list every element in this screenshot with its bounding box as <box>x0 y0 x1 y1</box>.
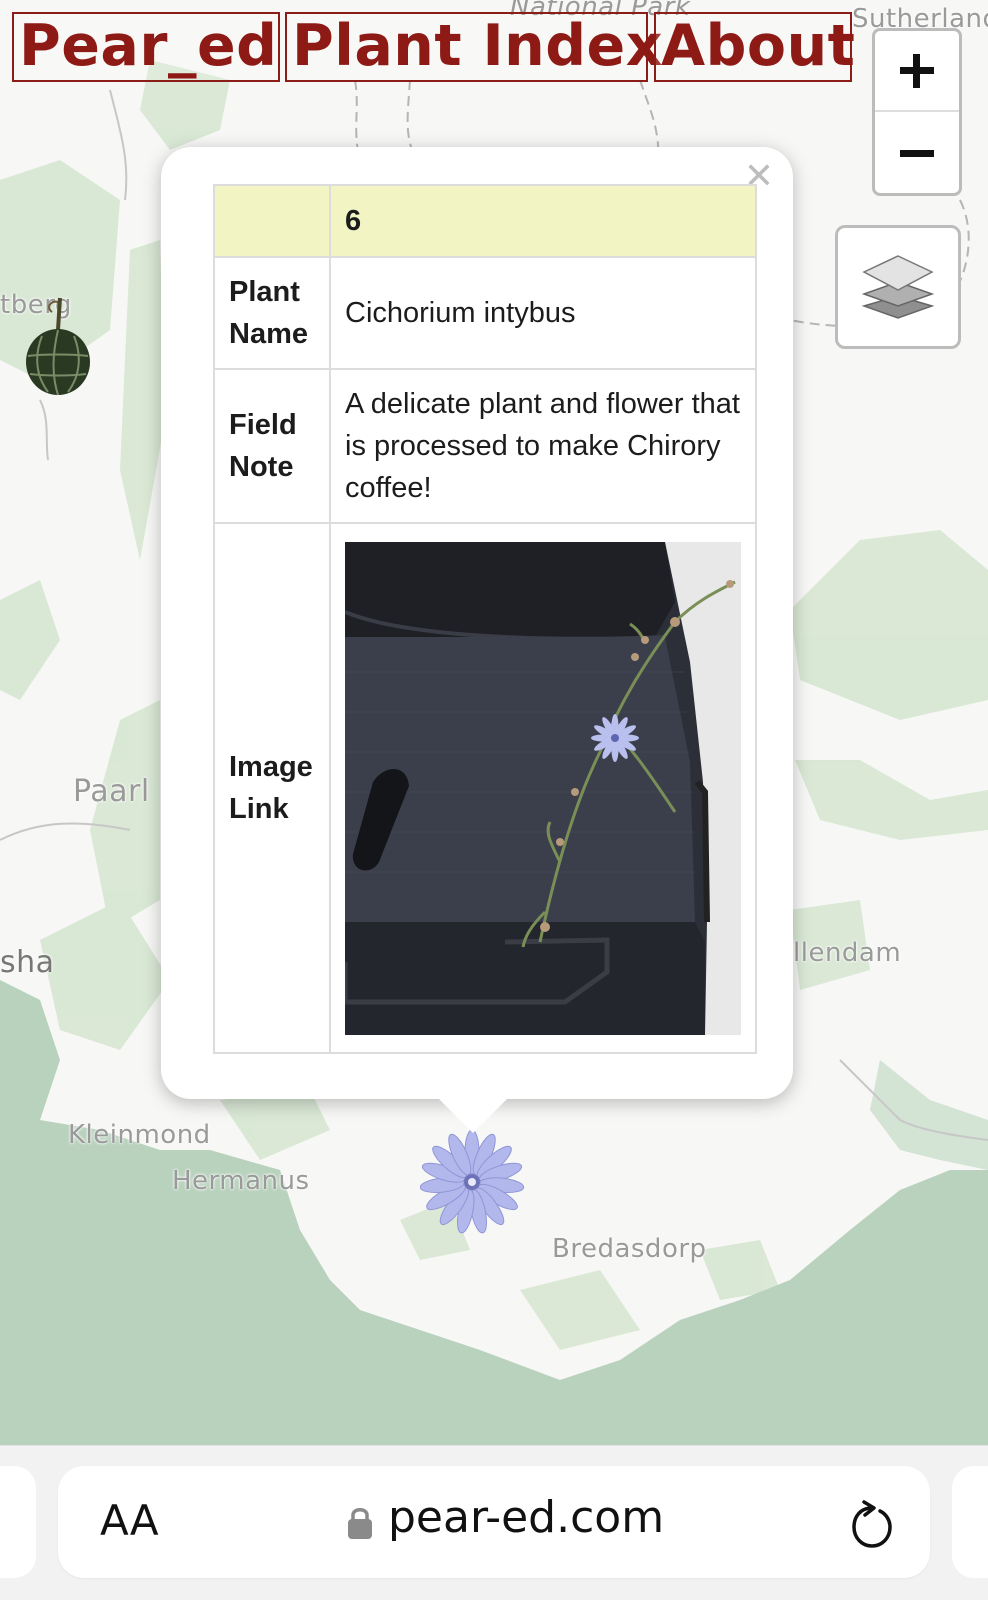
text-size-button[interactable]: AA <box>100 1496 159 1545</box>
plant-name-value: Cichorium intybus <box>329 256 757 370</box>
browser-bottom-bar: AA pear-ed.com <box>0 1445 988 1600</box>
next-tab-preview[interactable] <box>952 1466 988 1578</box>
plant-marker-chicory[interactable] <box>419 1129 525 1235</box>
plus-icon <box>900 53 934 88</box>
image-link-cell <box>329 522 757 1054</box>
table-header-empty <box>213 184 331 258</box>
zoom-in-button[interactable] <box>875 31 959 112</box>
table-row-image-link: Image Link <box>213 522 757 1054</box>
popup-tip <box>435 1095 511 1133</box>
address-bar[interactable]: AA pear-ed.com <box>58 1466 930 1578</box>
melon-marker-icon <box>26 297 90 396</box>
nav-about-link[interactable]: About <box>654 12 855 82</box>
plant-name-label: Plant Name <box>213 256 331 370</box>
place-label-llendam: llendam <box>793 938 902 968</box>
layers-icon <box>861 255 935 319</box>
reload-icon <box>852 1500 892 1548</box>
chicory-flower-marker-icon <box>419 1129 525 1234</box>
nav-plant-index-link[interactable]: Plant Index <box>285 12 662 82</box>
table-row-id: 6 <box>213 184 757 258</box>
minus-icon <box>900 149 934 157</box>
place-label-paarl: Paarl <box>73 774 150 809</box>
image-link-label: Image Link <box>213 522 331 1054</box>
table-row-field-note: Field Note A delicate plant and flower t… <box>213 368 757 524</box>
plant-info-table: 6 Plant Name Cichorium intybus Field Not… <box>213 184 757 1054</box>
place-label-hermanus: Hermanus <box>172 1166 310 1196</box>
url-text[interactable]: pear-ed.com <box>388 1492 664 1543</box>
plant-popup: ✕ 6 Plant Name Cichorium intybus Field N… <box>161 147 793 1133</box>
place-label-kleinmond: Kleinmond <box>68 1120 211 1150</box>
nav-brand-link[interactable]: Pear_ed <box>12 12 280 82</box>
plant-id: 6 <box>329 184 757 258</box>
reload-button[interactable] <box>850 1500 894 1553</box>
field-note-label: Field Note <box>213 368 331 524</box>
place-label-sha: sha <box>0 945 55 980</box>
lock-icon <box>347 1506 373 1545</box>
zoom-out-button[interactable] <box>875 112 959 193</box>
plant-marker-melon[interactable] <box>22 296 92 396</box>
plant-photo[interactable] <box>345 541 741 1035</box>
place-label-bredasdorp: Bredasdorp <box>552 1234 707 1264</box>
table-row-plant-name: Plant Name Cichorium intybus <box>213 256 757 370</box>
previous-tab-preview[interactable] <box>0 1466 36 1578</box>
layers-button[interactable] <box>835 225 961 349</box>
field-note-value: A delicate plant and flower that is proc… <box>329 368 757 524</box>
zoom-control <box>872 28 962 196</box>
